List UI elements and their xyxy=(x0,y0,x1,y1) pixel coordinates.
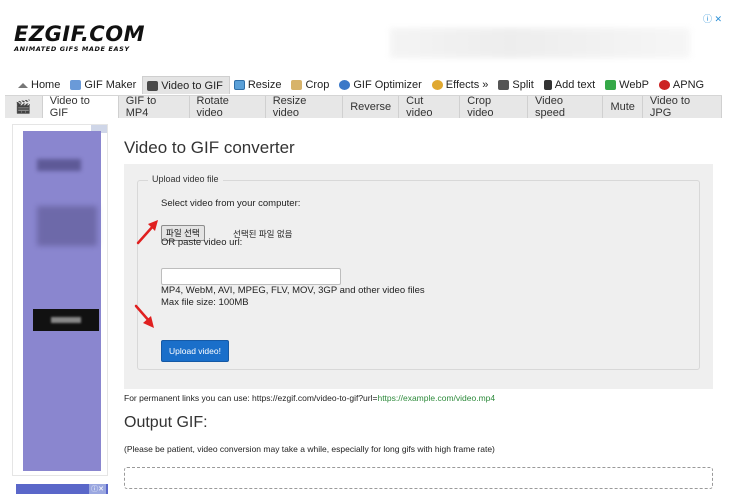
nav-resize[interactable]: Resize xyxy=(230,76,288,94)
left-advertisement[interactable] xyxy=(12,124,108,476)
subtab-reverse[interactable]: Reverse xyxy=(343,96,400,118)
nav-label: Resize xyxy=(247,79,282,91)
split-icon xyxy=(498,80,510,90)
subtab-gif-to-mp4[interactable]: GIF to MP4 xyxy=(119,95,190,119)
home-icon xyxy=(18,82,28,88)
nav-video-to-gif[interactable]: Video to GIF xyxy=(142,76,230,94)
url-label: OR paste video url: xyxy=(161,237,243,248)
top-advertisement[interactable]: ⓘ ✕ xyxy=(250,10,722,66)
subtab-rotate-video[interactable]: Rotate video xyxy=(190,95,266,119)
optimizer-icon xyxy=(339,80,351,90)
nav-crop[interactable]: Crop xyxy=(287,76,335,94)
video-url-input[interactable] xyxy=(161,268,341,285)
annotation-arrow-icon xyxy=(134,304,154,328)
max-file-size-text: Max file size: 100MB xyxy=(161,297,249,308)
page-title: Video to GIF converter xyxy=(124,138,295,157)
bottom-advertisement[interactable]: ⓘ✕ xyxy=(16,484,108,494)
nav-gif-optimizer[interactable]: GIF Optimizer xyxy=(335,76,427,94)
subtab-crop-video[interactable]: Crop video xyxy=(460,95,528,119)
nav-label: APNG xyxy=(672,79,705,91)
subtab-video-to-jpg[interactable]: Video to JPG xyxy=(643,95,722,119)
site-logo[interactable]: EZGIF.COM ANIMATED GIFS MADE EASY xyxy=(14,22,154,54)
supported-formats-text: MP4, WebM, AVI, MPEG, FLV, MOV, 3GP and … xyxy=(161,285,425,296)
nav-label: Effects » xyxy=(445,79,489,91)
nav-effects[interactable]: Effects » xyxy=(428,76,495,94)
nav-label: Add text xyxy=(554,79,596,91)
nav-gif-maker[interactable]: GIF Maker xyxy=(66,76,142,94)
ad-choices-icon[interactable]: ⓘ ✕ xyxy=(703,12,722,25)
webp-icon xyxy=(605,80,617,90)
video-icon xyxy=(147,80,159,91)
nav-label: Split xyxy=(512,79,534,91)
nav-apng[interactable]: APNG xyxy=(655,76,710,94)
nav-webp[interactable]: WebP xyxy=(601,76,655,94)
upload-video-button[interactable]: Upload video! xyxy=(161,340,229,362)
crop-icon xyxy=(291,80,303,90)
example-video-link[interactable]: https://example.com/video.mp4 xyxy=(377,393,495,403)
permanent-link-prefix: For permanent links you can use: https:/… xyxy=(124,393,378,403)
ad-blurred-content xyxy=(390,28,690,58)
apng-icon xyxy=(658,80,670,90)
subtab-video-speed[interactable]: Video speed xyxy=(528,95,604,119)
resize-icon xyxy=(233,80,245,90)
upload-legend: Upload video file xyxy=(148,174,223,184)
output-gif-heading: Output GIF: xyxy=(124,414,208,431)
effects-icon xyxy=(431,80,443,90)
nav-label: Video to GIF xyxy=(161,79,223,92)
select-file-label: Select video from your computer: xyxy=(161,198,301,209)
ad-blurred-button xyxy=(33,309,99,331)
text-icon xyxy=(543,80,552,90)
permanent-link-note: For permanent links you can use: https:/… xyxy=(124,393,495,403)
ad-choices-icon[interactable]: ⓘ✕ xyxy=(89,484,106,494)
subtab-mute[interactable]: Mute xyxy=(603,96,643,118)
logo-text: EZGIF.COM xyxy=(14,22,145,46)
ad-blurred-text xyxy=(37,159,81,171)
gif-maker-icon xyxy=(70,80,82,90)
tool-subnavigation: 🎬 Video to GIF GIF to MP4 Rotate video R… xyxy=(5,95,722,119)
nav-add-text[interactable]: Add text xyxy=(540,76,601,94)
nav-label: Crop xyxy=(305,79,330,91)
subtab-resize-video[interactable]: Resize video xyxy=(266,95,344,119)
logo-tagline: ANIMATED GIFS MADE EASY xyxy=(14,45,130,53)
annotation-arrow-icon xyxy=(136,220,158,245)
upload-panel: Upload video file Select video from your… xyxy=(124,164,713,389)
output-gif-area xyxy=(124,467,713,489)
nav-split[interactable]: Split xyxy=(494,76,539,94)
subtab-cut-video[interactable]: Cut video xyxy=(399,95,461,119)
nav-label: WebP xyxy=(619,79,649,91)
nav-home[interactable]: Home xyxy=(14,76,66,94)
output-patience-note: (Please be patient, video conversion may… xyxy=(124,444,495,454)
nav-label: GIF Maker xyxy=(84,79,137,91)
ad-banner-image xyxy=(23,131,101,471)
nav-label: Home xyxy=(31,79,61,91)
film-icon: 🎬 xyxy=(5,96,43,118)
subtab-video-to-gif[interactable]: Video to GIF xyxy=(42,95,119,119)
main-navigation: Home GIF Maker Video to GIF Resize Crop … xyxy=(14,76,710,94)
nav-label: GIF Optimizer xyxy=(353,79,422,91)
upload-fieldset: Upload video file Select video from your… xyxy=(137,174,700,370)
ad-blurred-text xyxy=(37,206,97,246)
